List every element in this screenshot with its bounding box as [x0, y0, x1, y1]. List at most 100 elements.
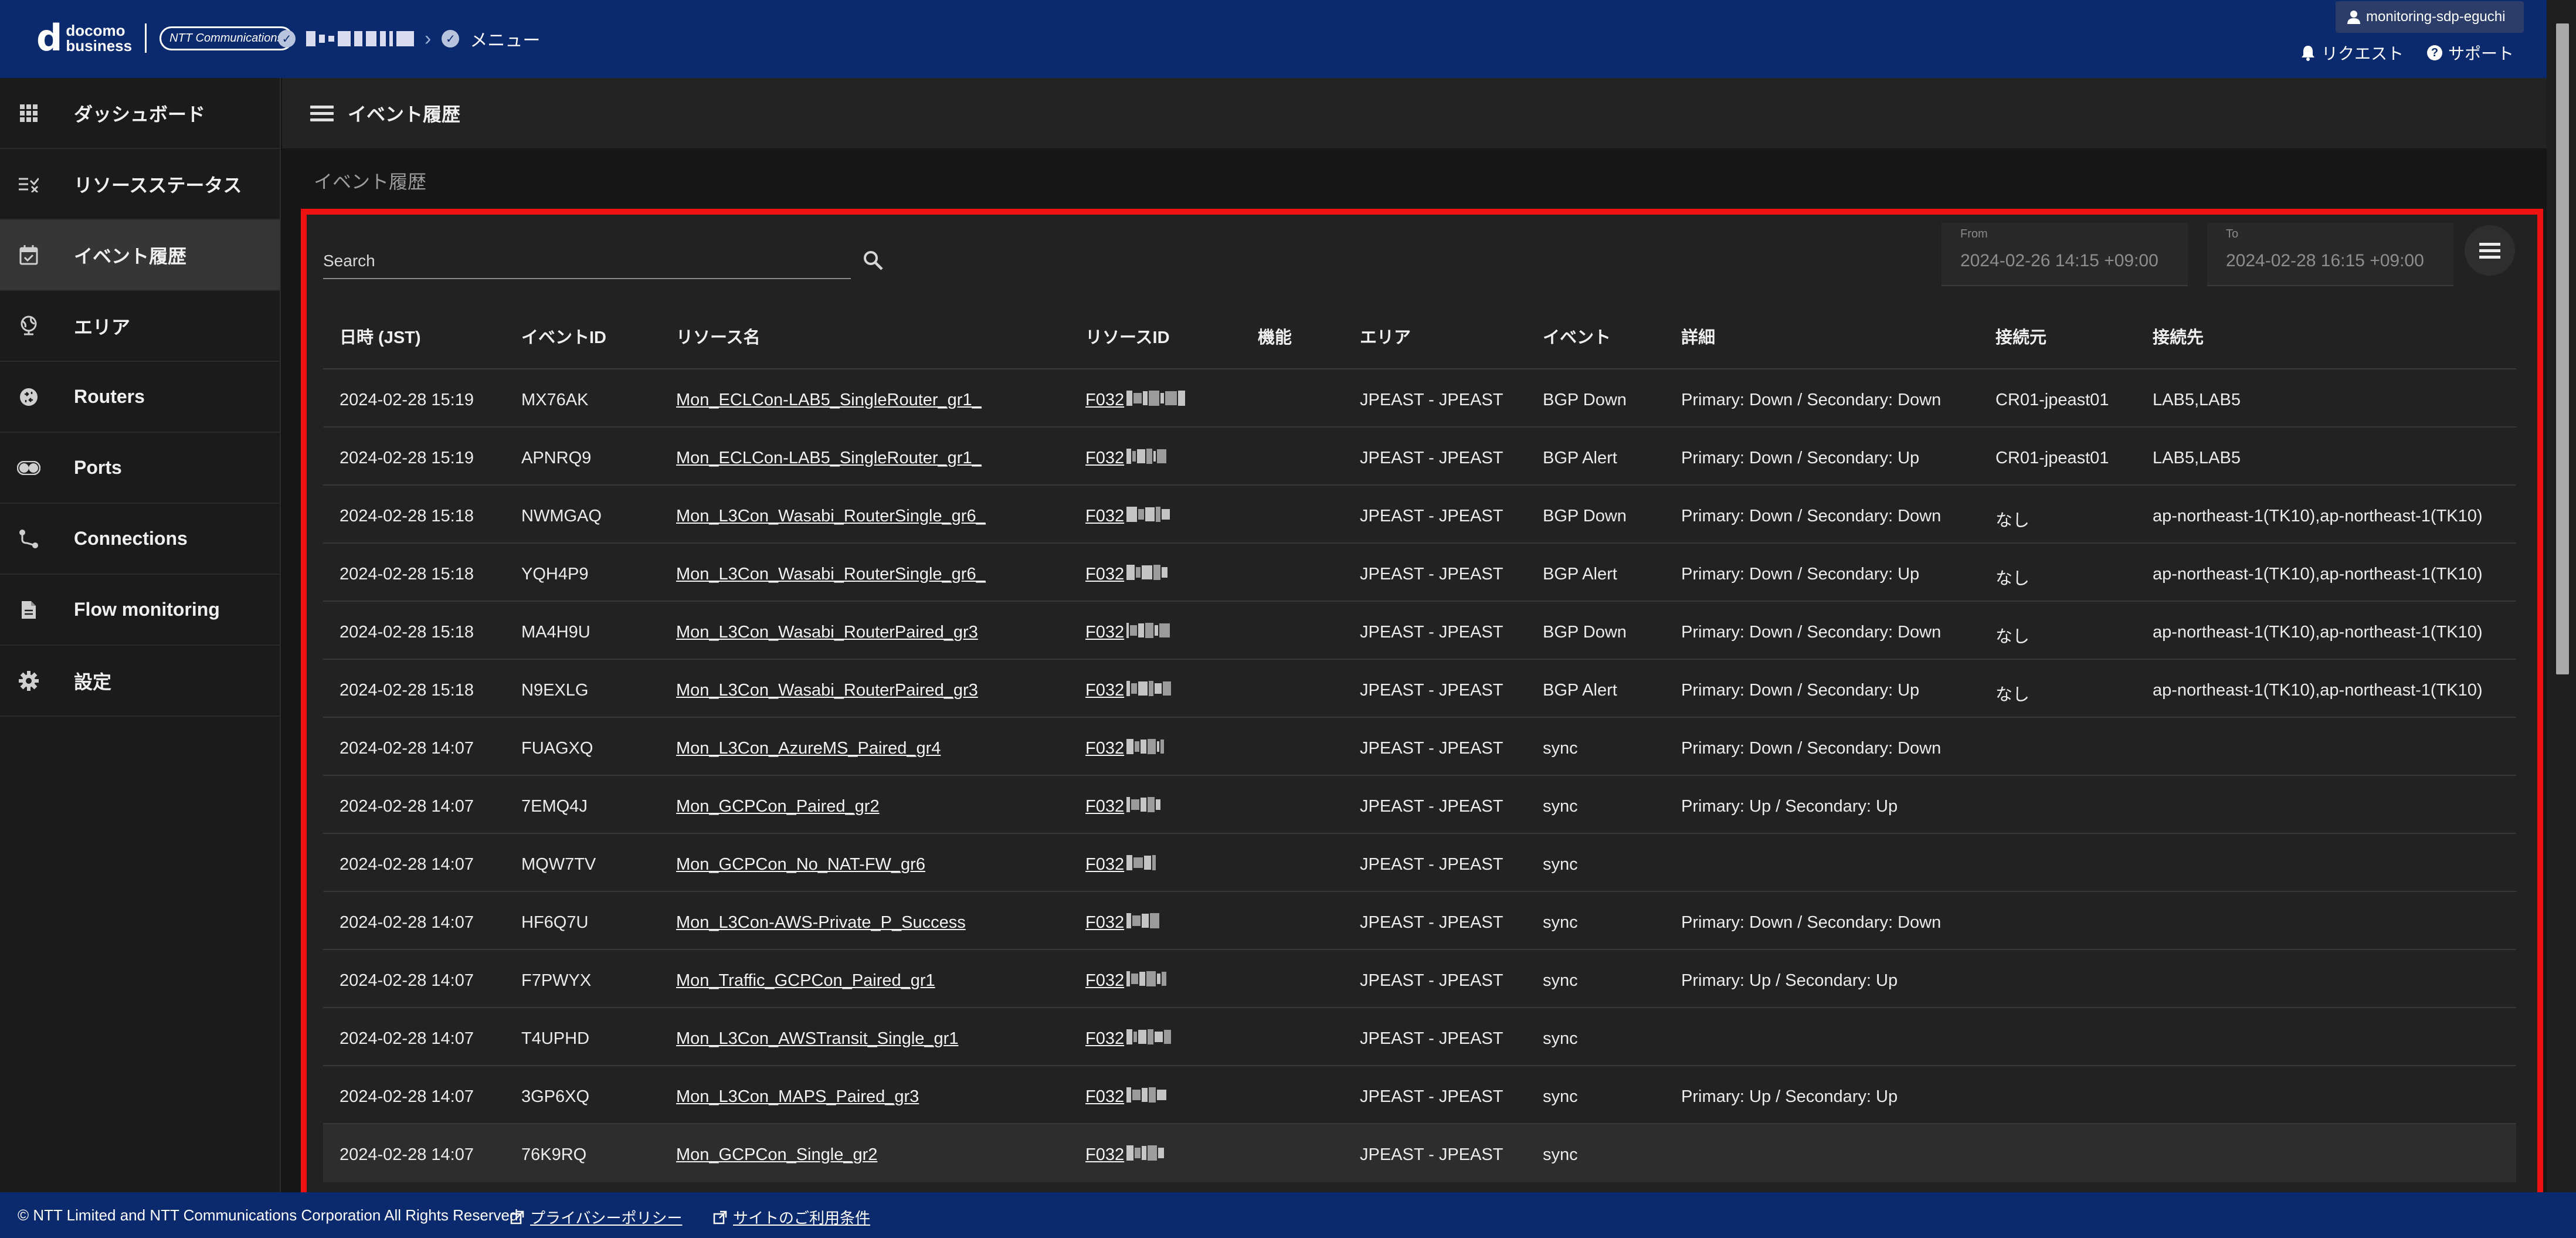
redacted-resource-id [1126, 797, 1162, 812]
check-circle-icon: ✓ [278, 30, 296, 48]
cell-resource-name[interactable]: Mon_L3Con_AWSTransit_Single_gr1 [676, 1029, 958, 1049]
sidebar-item-flow-monitoring[interactable]: Flow monitoring [0, 575, 280, 646]
table-row[interactable]: 2024-02-28 14:07 76K9RQ Mon_GCPCon_Single_… [323, 1124, 2516, 1182]
menu-toggle-icon[interactable] [310, 105, 334, 121]
col-detail[interactable]: 詳細 [1681, 324, 1715, 348]
terms-link[interactable]: サイトのご利用条件 [713, 1206, 870, 1228]
sidebar-item-connections[interactable]: Connections [0, 504, 280, 575]
redacted-resource-id [1126, 739, 1165, 754]
cell-resource-id[interactable]: F032 [1085, 681, 1124, 700]
sidebar-item-ports[interactable]: Ports [0, 433, 280, 504]
cell-resource-name[interactable]: Mon_L3Con_Wasabi_RouterSingle_gr6_ [676, 507, 986, 526]
cell-area: JPEAST - JPEAST [1360, 971, 1503, 990]
request-link[interactable]: リクエスト [2300, 41, 2404, 65]
col-datetime[interactable]: 日時 (JST) [340, 324, 421, 348]
table-row[interactable]: 2024-02-28 15:18 NWMGAQ Mon_L3Con_Wasabi_R… [323, 486, 2516, 544]
col-area[interactable]: エリア [1360, 324, 1411, 348]
cell-datetime: 2024-02-28 14:07 [340, 1145, 474, 1164]
cell-detail: Primary: Down / Secondary: Up [1681, 565, 1920, 584]
col-event[interactable]: イベント [1543, 324, 1611, 348]
breadcrumb-menu[interactable]: メニュー [470, 26, 540, 52]
cell-resource-name[interactable]: Mon_GCPCon_No_NAT-FW_gr6 [676, 855, 925, 874]
cell-resource-id[interactable]: F032 [1085, 1145, 1124, 1165]
col-resource-id[interactable]: リソースID [1085, 324, 1170, 348]
table-row[interactable]: 2024-02-28 14:07 FUAGXQ Mon_L3Con_AzureMS_… [323, 718, 2516, 776]
sidebar-item-dashboard[interactable]: ダッシュボード [0, 78, 280, 149]
cell-resource-name[interactable]: Mon_ECLCon-LAB5_SingleRouter_gr1_ [676, 391, 982, 410]
to-label: To [2226, 228, 2239, 240]
table-row[interactable]: 2024-02-28 14:07 3GP6XQ Mon_L3Con_MAPS_Pai… [323, 1066, 2516, 1124]
table-row[interactable]: 2024-02-28 15:19 MX76AK Mon_ECLCon-LAB5_Si… [323, 369, 2516, 428]
table-menu-button[interactable] [2465, 225, 2515, 276]
cell-resource-id[interactable]: F032 [1085, 913, 1124, 932]
cell-resource-name[interactable]: Mon_L3Con_Wasabi_RouterPaired_gr3 [676, 681, 978, 700]
col-resource-name[interactable]: リソース名 [676, 324, 761, 348]
cell-area: JPEAST - JPEAST [1360, 1145, 1503, 1164]
cell-detail: Primary: Up / Secondary: Up [1681, 1087, 1898, 1106]
from-date-field[interactable]: From 2024-02-26 14:15 +09:00 [1942, 223, 2188, 286]
cell-resource-id[interactable]: F032 [1085, 449, 1124, 468]
cell-resource-name[interactable]: Mon_GCPCon_Single_gr2 [676, 1145, 877, 1165]
search-input[interactable] [323, 244, 851, 278]
sidebar-item-label: リソースステータス [74, 174, 242, 196]
cell-event-id: 3GP6XQ [521, 1087, 590, 1106]
to-date-field[interactable]: To 2024-02-28 16:15 +09:00 [2207, 223, 2453, 286]
sidebar-item-label: Ports [74, 457, 122, 478]
cell-resource-id[interactable]: F032 [1085, 565, 1124, 584]
privacy-policy-label: プライバシーポリシー [530, 1209, 683, 1227]
table-row[interactable]: 2024-02-28 15:18 MA4H9U Mon_L3Con_Wasabi_R… [323, 602, 2516, 660]
table-row[interactable]: 2024-02-28 14:07 T4UPHD Mon_L3Con_AWSTrans… [323, 1008, 2516, 1066]
sidebar-item-settings[interactable]: 設定 [0, 646, 280, 717]
table-row[interactable]: 2024-02-28 14:07 MQW7TV Mon_GCPCon_No_NAT-… [323, 834, 2516, 892]
sidebar-item-routers[interactable]: Routers [0, 362, 280, 433]
cell-resource-id[interactable]: F032 [1085, 971, 1124, 991]
sidebar-item-area[interactable]: エリア [0, 291, 280, 362]
page-scrollbar[interactable] [2547, 0, 2576, 1192]
cell-event: sync [1543, 1087, 1578, 1106]
table-row[interactable]: 2024-02-28 15:19 APNRQ9 Mon_ECLCon-LAB5_Si… [323, 428, 2516, 486]
redacted-resource-id [1126, 507, 1171, 522]
calendar-icon [15, 242, 42, 269]
terms-label: サイトのご利用条件 [733, 1209, 871, 1227]
cell-resource-name[interactable]: Mon_L3Con_Wasabi_RouterPaired_gr3 [676, 623, 978, 642]
cell-resource-id[interactable]: F032 [1085, 391, 1124, 410]
cell-resource-name[interactable]: Mon_Traffic_GCPCon_Paired_gr1 [676, 971, 935, 991]
sidebar-item-resource-status[interactable]: リソースステータス [0, 149, 280, 220]
col-function[interactable]: 機能 [1258, 324, 1292, 348]
col-source[interactable]: 接続元 [1995, 324, 2046, 348]
table-row[interactable]: 2024-02-28 15:18 N9EXLG Mon_L3Con_Wasabi_R… [323, 660, 2516, 718]
table-row[interactable]: 2024-02-28 14:07 HF6Q7U Mon_L3Con-AWS-Priv… [323, 892, 2516, 950]
support-link[interactable]: ? サポート [2427, 41, 2514, 65]
cell-resource-id[interactable]: F032 [1085, 739, 1124, 758]
user-account-button[interactable]: monitoring-sdp-eguchi [2336, 1, 2524, 33]
brand-bottom: business [66, 37, 133, 55]
cell-resource-name[interactable]: Mon_L3Con_Wasabi_RouterSingle_gr6_ [676, 565, 986, 584]
cell-resource-name[interactable]: Mon_ECLCon-LAB5_SingleRouter_gr1_ [676, 449, 982, 468]
cell-dest: LAB5,LAB5 [2153, 391, 2241, 409]
cell-resource-id[interactable]: F032 [1085, 797, 1124, 816]
privacy-policy-link[interactable]: プライバシーポリシー [510, 1206, 682, 1228]
table-row[interactable]: 2024-02-28 14:07 F7PWYX Mon_Traffic_GCPCon… [323, 950, 2516, 1008]
col-event-id[interactable]: イベントID [521, 324, 606, 348]
cell-area: JPEAST - JPEAST [1360, 739, 1503, 758]
cell-resource-id[interactable]: F032 [1085, 507, 1124, 526]
sidebar-item-event-history[interactable]: イベント履歴 [0, 220, 280, 291]
brand-logo[interactable]: d docomo business NTT Communications [36, 18, 293, 59]
bell-icon [2302, 46, 2314, 61]
col-dest[interactable]: 接続先 [2153, 324, 2204, 348]
cell-resource-id[interactable]: F032 [1085, 855, 1124, 874]
cell-resource-id[interactable]: F032 [1085, 623, 1124, 642]
cell-resource-id[interactable]: F032 [1085, 1087, 1124, 1107]
redacted-resource-id [1126, 1087, 1167, 1103]
redacted-tenant-name[interactable] [306, 31, 414, 46]
redacted-resource-id [1126, 449, 1167, 464]
cell-resource-name[interactable]: Mon_L3Con-AWS-Private_P_Success [676, 913, 966, 932]
search-button[interactable] [858, 245, 888, 276]
table-row[interactable]: 2024-02-28 14:07 7EMQ4J Mon_GCPCon_Paired_… [323, 776, 2516, 834]
cell-resource-name[interactable]: Mon_GCPCon_Paired_gr2 [676, 797, 880, 816]
table-row[interactable]: 2024-02-28 15:18 YQH4P9 Mon_L3Con_Wasabi_R… [323, 544, 2516, 602]
cell-resource-id[interactable]: F032 [1085, 1029, 1124, 1049]
cell-resource-name[interactable]: Mon_L3Con_AzureMS_Paired_gr4 [676, 739, 941, 758]
scrollbar-thumb[interactable] [2556, 23, 2569, 674]
cell-resource-name[interactable]: Mon_L3Con_MAPS_Paired_gr3 [676, 1087, 919, 1107]
